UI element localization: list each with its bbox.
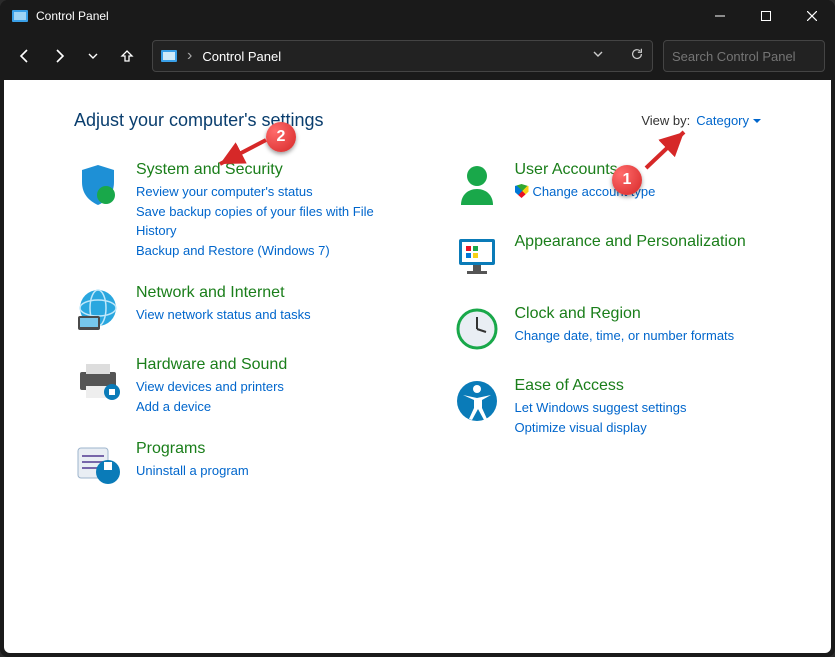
sublink[interactable]: Add a device — [136, 397, 413, 417]
clock-icon — [453, 305, 501, 353]
address-bar[interactable]: › Control Panel — [152, 40, 653, 72]
back-button[interactable] — [10, 41, 40, 71]
close-button[interactable] — [789, 0, 835, 32]
sublink[interactable]: Save backup copies of your files with Fi… — [136, 202, 413, 241]
chevron-down-icon — [753, 117, 761, 125]
refresh-button[interactable] — [630, 47, 644, 66]
category-network-internet: Network and Internet View network status… — [74, 284, 413, 332]
sublink[interactable]: Review your computer's status — [136, 182, 413, 202]
sublink[interactable]: Change date, time, or number formats — [515, 326, 792, 346]
annotation-bubble-2: 2 — [266, 122, 296, 152]
category-title[interactable]: User Accounts — [515, 161, 792, 179]
category-title[interactable]: Clock and Region — [515, 305, 792, 323]
shield-icon — [74, 161, 122, 209]
view-by-label: View by: — [641, 113, 690, 128]
category-title[interactable]: Appearance and Personalization — [515, 233, 792, 251]
sublink[interactable]: View devices and printers — [136, 377, 413, 397]
view-by-value: Category — [696, 113, 749, 128]
right-column: User Accounts Change account type Appear… — [453, 161, 792, 512]
page-heading: Adjust your computer's settings — [74, 110, 641, 131]
search-box[interactable] — [663, 40, 825, 72]
breadcrumb-sep: › — [187, 47, 192, 65]
category-title[interactable]: Hardware and Sound — [136, 356, 413, 374]
sublink[interactable]: View network status and tasks — [136, 305, 413, 325]
forward-button[interactable] — [44, 41, 74, 71]
search-input[interactable] — [672, 49, 835, 64]
user-icon — [453, 161, 501, 209]
category-title[interactable]: System and Security — [136, 161, 413, 179]
sublink[interactable]: Optimize visual display — [515, 418, 792, 438]
sublink[interactable]: Uninstall a program — [136, 461, 413, 481]
category-clock-region: Clock and Region Change date, time, or n… — [453, 305, 792, 353]
view-by: View by: Category — [641, 113, 761, 128]
category-title[interactable]: Ease of Access — [515, 377, 792, 395]
address-dropdown-icon[interactable] — [592, 47, 604, 65]
category-title[interactable]: Network and Internet — [136, 284, 413, 302]
recent-dropdown[interactable] — [78, 41, 108, 71]
sublink[interactable]: Backup and Restore (Windows 7) — [136, 241, 413, 261]
printer-icon — [74, 356, 122, 404]
programs-icon — [74, 440, 122, 488]
content-area: Adjust your computer's settings View by:… — [4, 80, 831, 653]
view-by-dropdown[interactable]: Category — [696, 113, 761, 128]
category-system-security: System and Security Review your computer… — [74, 161, 413, 260]
breadcrumb-item[interactable]: Control Panel — [202, 49, 281, 64]
maximize-button[interactable] — [743, 0, 789, 32]
globe-icon — [74, 284, 122, 332]
monitor-icon — [453, 233, 501, 281]
up-button[interactable] — [112, 41, 142, 71]
category-programs: Programs Uninstall a program — [74, 440, 413, 488]
minimize-button[interactable] — [697, 0, 743, 32]
sublink[interactable]: Let Windows suggest settings — [515, 398, 792, 418]
navbar: › Control Panel — [0, 32, 835, 80]
control-panel-icon — [12, 8, 28, 24]
category-appearance: Appearance and Personalization — [453, 233, 792, 281]
category-ease-of-access: Ease of Access Let Windows suggest setti… — [453, 377, 792, 437]
annotation-bubble-1: 1 — [612, 165, 642, 195]
address-bar-icon — [161, 48, 177, 64]
sublink[interactable]: Change account type — [515, 182, 792, 202]
window-title: Control Panel — [36, 9, 697, 23]
accessibility-icon — [453, 377, 501, 425]
left-column: System and Security Review your computer… — [74, 161, 413, 512]
category-hardware-sound: Hardware and Sound View devices and prin… — [74, 356, 413, 416]
titlebar: Control Panel — [0, 0, 835, 32]
category-title[interactable]: Programs — [136, 440, 413, 458]
